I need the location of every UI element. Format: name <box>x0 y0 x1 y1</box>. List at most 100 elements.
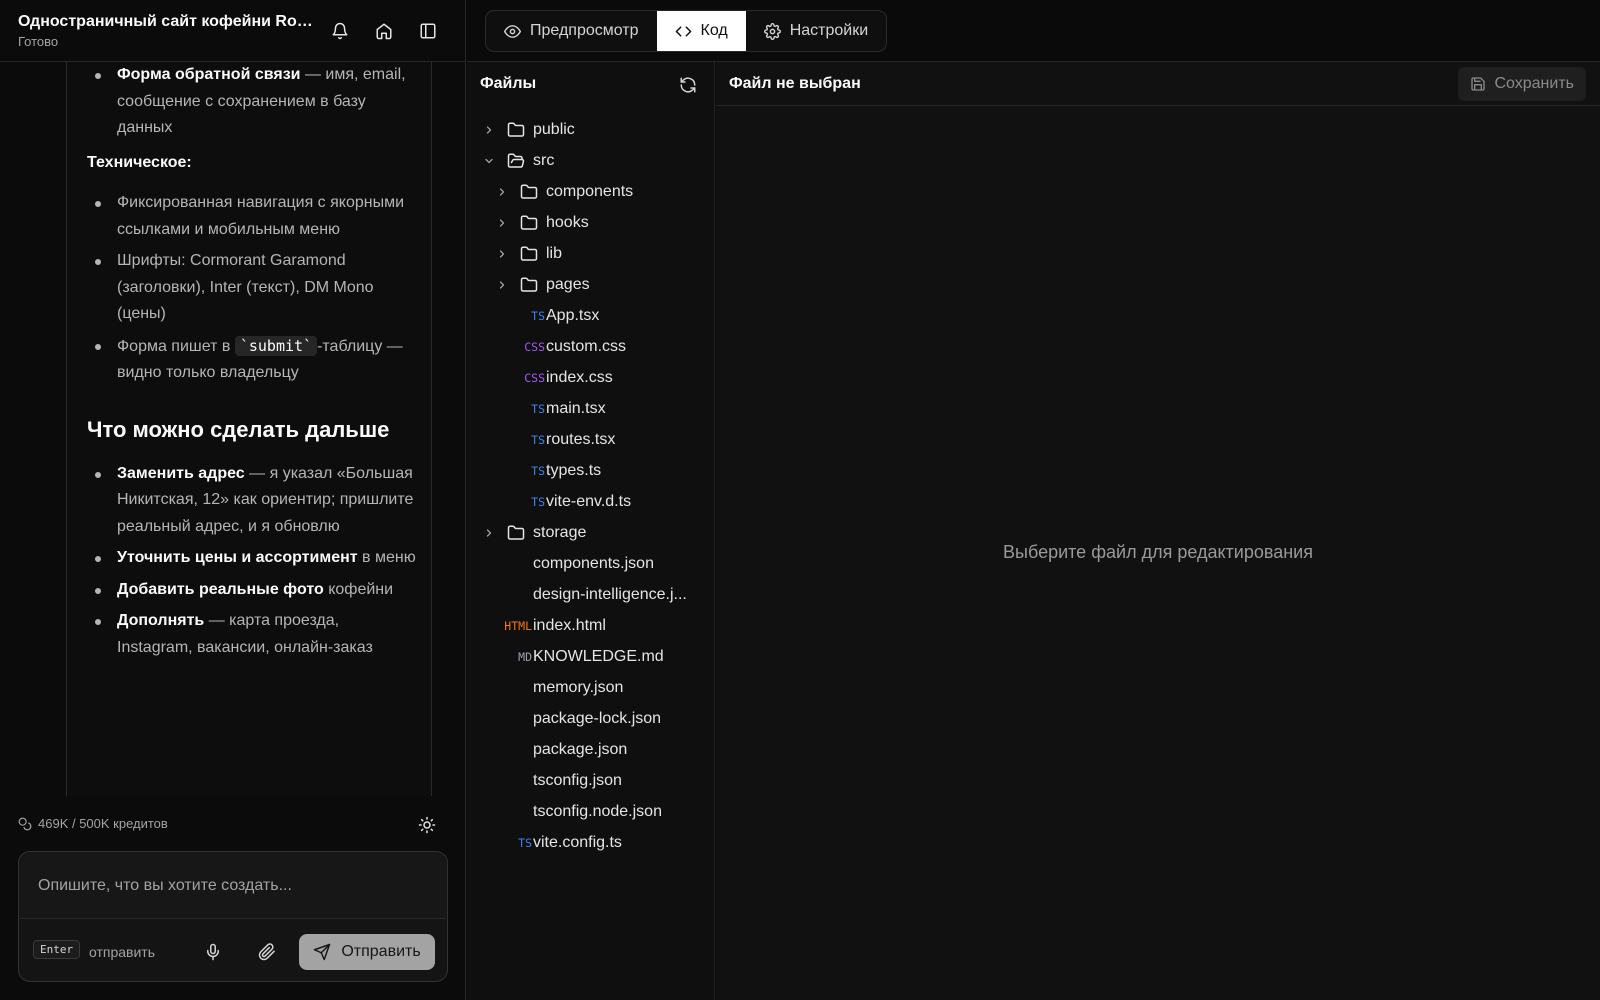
file-tree-label: App.tsx <box>546 307 600 324</box>
file-row[interactable]: CSS index.css <box>467 363 715 394</box>
file-explorer-header: Файлы <box>467 62 715 106</box>
home-icon <box>376 23 392 40</box>
bell-icon <box>332 22 348 40</box>
file-tree-label: vite.config.ts <box>533 834 622 851</box>
chevron-down-icon[interactable] <box>483 155 495 167</box>
sun-icon <box>418 816 436 834</box>
file-explorer: Файлы public src components hooks lib pages TS… <box>467 62 715 1000</box>
file-row[interactable]: HTML index.html <box>467 611 715 642</box>
list-item: Шрифты: Cormorant Garamond (заголовки), … <box>87 248 417 328</box>
credits-counter: 469K / 500K кредитов <box>18 816 168 831</box>
file-explorer-title: Файлы <box>480 75 537 92</box>
folder-row[interactable]: src <box>467 146 715 177</box>
list-item: Добавить реальные фото кофейни <box>87 577 417 604</box>
project-title: Одностраничный сайт кофейни Roa... <box>18 13 318 30</box>
list-item: Фиксированная навигация с якорными ссылк… <box>87 190 417 243</box>
chevron-right-icon[interactable] <box>496 279 508 291</box>
microphone-icon <box>207 943 219 961</box>
folder-row[interactable]: storage <box>467 518 715 549</box>
message-scroll-area[interactable]: Форма обратной связи — имя, email, сообщ… <box>0 62 466 796</box>
file-row[interactable]: TS App.tsx <box>467 301 715 332</box>
folder-open-icon <box>507 153 525 168</box>
md-file-icon: MD <box>518 650 532 664</box>
send-icon <box>314 943 331 961</box>
file-row[interactable]: CSS custom.css <box>467 332 715 363</box>
list-item: Форма пишет в `submit` -таблицу — видно т… <box>87 333 417 387</box>
file-row[interactable]: tsconfig.node.json <box>467 797 715 828</box>
gear-icon <box>763 22 781 40</box>
technical-heading: Техническое: <box>87 153 192 171</box>
file-row[interactable]: TS vite-env.d.ts <box>467 487 715 518</box>
css-file-icon: CSS <box>524 340 545 354</box>
file-row[interactable]: package-lock.json <box>467 704 715 735</box>
refresh-files-button[interactable] <box>677 74 699 96</box>
app-root: Одностраничный сайт кофейни Roa... Готов… <box>0 0 1600 1000</box>
folder-row[interactable]: components <box>467 177 715 208</box>
folder-icon <box>520 184 538 199</box>
home-button[interactable] <box>370 17 398 45</box>
prompt-input[interactable] <box>20 853 446 919</box>
file-row[interactable]: memory.json <box>467 673 715 704</box>
chevron-right-icon[interactable] <box>483 124 495 136</box>
folder-row[interactable]: lib <box>467 239 715 270</box>
folder-row[interactable]: public <box>467 115 715 146</box>
empty-editor-message: Выберите файл для редактирования <box>1003 542 1313 562</box>
code-icon <box>675 25 691 37</box>
file-tree-label: components <box>546 183 634 200</box>
folder-icon <box>507 122 525 137</box>
coins-icon <box>18 817 32 830</box>
chevron-right-icon[interactable] <box>483 527 495 539</box>
ts-file-icon: TS <box>531 433 545 447</box>
file-row[interactable]: TS types.ts <box>467 456 715 487</box>
send-button[interactable]: Отправить <box>299 934 435 970</box>
theme-toggle-button[interactable] <box>414 812 440 838</box>
folder-row[interactable]: pages <box>467 270 715 301</box>
view-tabs: Предпросмотр Код Настройки <box>485 10 888 52</box>
toggle-sidebar-button[interactable] <box>414 17 442 45</box>
file-tree-label: tsconfig.node.json <box>533 803 662 820</box>
file-row[interactable]: MD KNOWLEDGE.md <box>467 642 715 673</box>
file-tree-label: pages <box>546 276 590 293</box>
view-tab-bar: Предпросмотр Код Настройки <box>467 0 1600 62</box>
list-item: Заменить адрес — я указал «Большая Никит… <box>87 461 417 541</box>
chat-panel: Одностраничный сайт кофейни Roa... Готов… <box>0 0 466 1000</box>
ts-file-icon: TS <box>531 495 545 509</box>
next-steps-list: Заменить адрес — я указал «Большая Никит… <box>87 461 417 662</box>
credits-text: 469K / 500K кредитов <box>38 816 168 831</box>
file-tree-label: index.css <box>546 369 613 386</box>
ts-file-icon: TS <box>531 402 545 416</box>
file-row[interactable]: tsconfig.json <box>467 766 715 797</box>
tab-code[interactable]: Код <box>656 11 746 51</box>
send-label: Отправить <box>341 943 421 960</box>
chevron-right-icon[interactable] <box>496 186 508 198</box>
notifications-button[interactable] <box>326 17 354 45</box>
next-steps-heading: Что можно сделать дальше <box>87 416 390 442</box>
html-file-icon: HTML <box>504 619 532 633</box>
feature-list-tail: Форма обратной связи — имя, email, сообщ… <box>87 62 417 142</box>
voice-input-button[interactable] <box>199 938 227 966</box>
file-row[interactable]: TS routes.tsx <box>467 425 715 456</box>
chevron-right-icon[interactable] <box>496 217 508 229</box>
file-row[interactable]: components.json <box>467 549 715 580</box>
chevron-right-icon[interactable] <box>496 248 508 260</box>
file-row[interactable]: package.json <box>467 735 715 766</box>
file-tree-label: design-intelligence.j... <box>533 586 687 603</box>
file-row[interactable]: TS main.tsx <box>467 394 715 425</box>
project-status: Готово <box>18 34 59 49</box>
file-tree-label: lib <box>546 245 563 262</box>
save-button[interactable]: Сохранить <box>1458 67 1586 101</box>
file-tree-label: main.tsx <box>546 400 606 417</box>
technical-list: Фиксированная навигация с якорными ссылк… <box>87 190 417 387</box>
file-tree-label: KNOWLEDGE.md <box>533 648 664 665</box>
file-tree-label: hooks <box>546 214 589 231</box>
tab-preview[interactable]: Предпросмотр <box>486 11 657 51</box>
file-row[interactable]: design-intelligence.j... <box>467 580 715 611</box>
folder-row[interactable]: hooks <box>467 208 715 239</box>
file-row[interactable]: TS vite.config.ts <box>467 828 715 859</box>
tab-settings[interactable]: Настройки <box>746 11 886 51</box>
file-tree-label: package-lock.json <box>533 710 662 727</box>
assistant-message: Форма обратной связи — имя, email, сообщ… <box>66 62 432 796</box>
file-tree-label: memory.json <box>533 679 624 696</box>
attach-button[interactable] <box>253 938 281 966</box>
file-tree-label: vite-env.d.ts <box>546 493 632 510</box>
